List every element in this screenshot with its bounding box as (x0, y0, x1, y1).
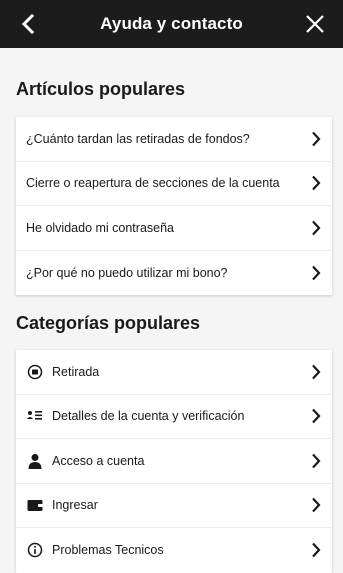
chevron-right-icon (308, 452, 324, 470)
category-item-label: Problemas Tecnicos (52, 543, 164, 558)
chevron-right-icon (308, 407, 324, 425)
chevron-right-icon (308, 174, 324, 192)
category-item-account-access[interactable]: Acceso a cuenta (16, 439, 332, 484)
category-item-label: Ingresar (52, 498, 98, 513)
popular-categories-title: Categorías populares (16, 313, 201, 333)
info-icon (26, 541, 44, 559)
category-item-account-verification[interactable]: Detalles de la cuenta y verificación (16, 395, 332, 439)
chevron-right-icon (308, 496, 324, 514)
wallet-icon (26, 496, 44, 514)
person-icon (26, 452, 44, 470)
chevron-right-icon (308, 264, 324, 282)
chevron-right-icon (308, 219, 324, 237)
id-card-icon (26, 407, 44, 425)
popular-categories-list: Retirada Detalles de la cuenta y verific… (16, 350, 332, 573)
article-item-label: ¿Por qué no puedo utilizar mi bono? (26, 265, 228, 280)
app-header: Ayuda y contacto (0, 0, 343, 48)
help-content: Artículos populares ¿Cuánto tardan las r… (0, 48, 343, 573)
chevron-left-icon (21, 14, 35, 34)
back-button[interactable] (4, 0, 52, 48)
close-button[interactable] (291, 0, 339, 48)
withdrawal-icon (26, 363, 44, 381)
article-item-withdrawal-time[interactable]: ¿Cuánto tardan las retiradas de fondos? (16, 117, 332, 162)
chevron-right-icon (308, 541, 324, 559)
chevron-right-icon (308, 363, 324, 381)
category-item-withdrawal[interactable]: Retirada (16, 350, 332, 395)
popular-articles-list: ¿Cuánto tardan las retiradas de fondos? … (16, 117, 332, 295)
article-item-account-sections[interactable]: Cierre o reapertura de secciones de la c… (16, 162, 332, 206)
category-item-label: Detalles de la cuenta y verificación (52, 409, 245, 424)
category-item-label: Retirada (52, 364, 100, 379)
chevron-right-icon (308, 130, 324, 148)
article-item-label: Cierre o reapertura de secciones de la c… (26, 176, 280, 191)
article-item-label: ¿Cuánto tardan las retiradas de fondos? (26, 131, 250, 146)
article-item-bonus[interactable]: ¿Por qué no puedo utilizar mi bono? (16, 251, 332, 296)
article-item-forgot-password[interactable]: He olvidado mi contraseña (16, 206, 332, 251)
article-item-label: He olvidado mi contraseña (26, 220, 174, 235)
page-title: Ayuda y contacto (100, 14, 243, 33)
category-item-label: Acceso a cuenta (52, 453, 145, 468)
popular-articles-title: Artículos populares (16, 79, 186, 99)
close-icon (306, 15, 324, 33)
category-item-technical-problems[interactable]: Problemas Tecnicos (16, 528, 332, 573)
category-item-deposit[interactable]: Ingresar (16, 484, 332, 528)
